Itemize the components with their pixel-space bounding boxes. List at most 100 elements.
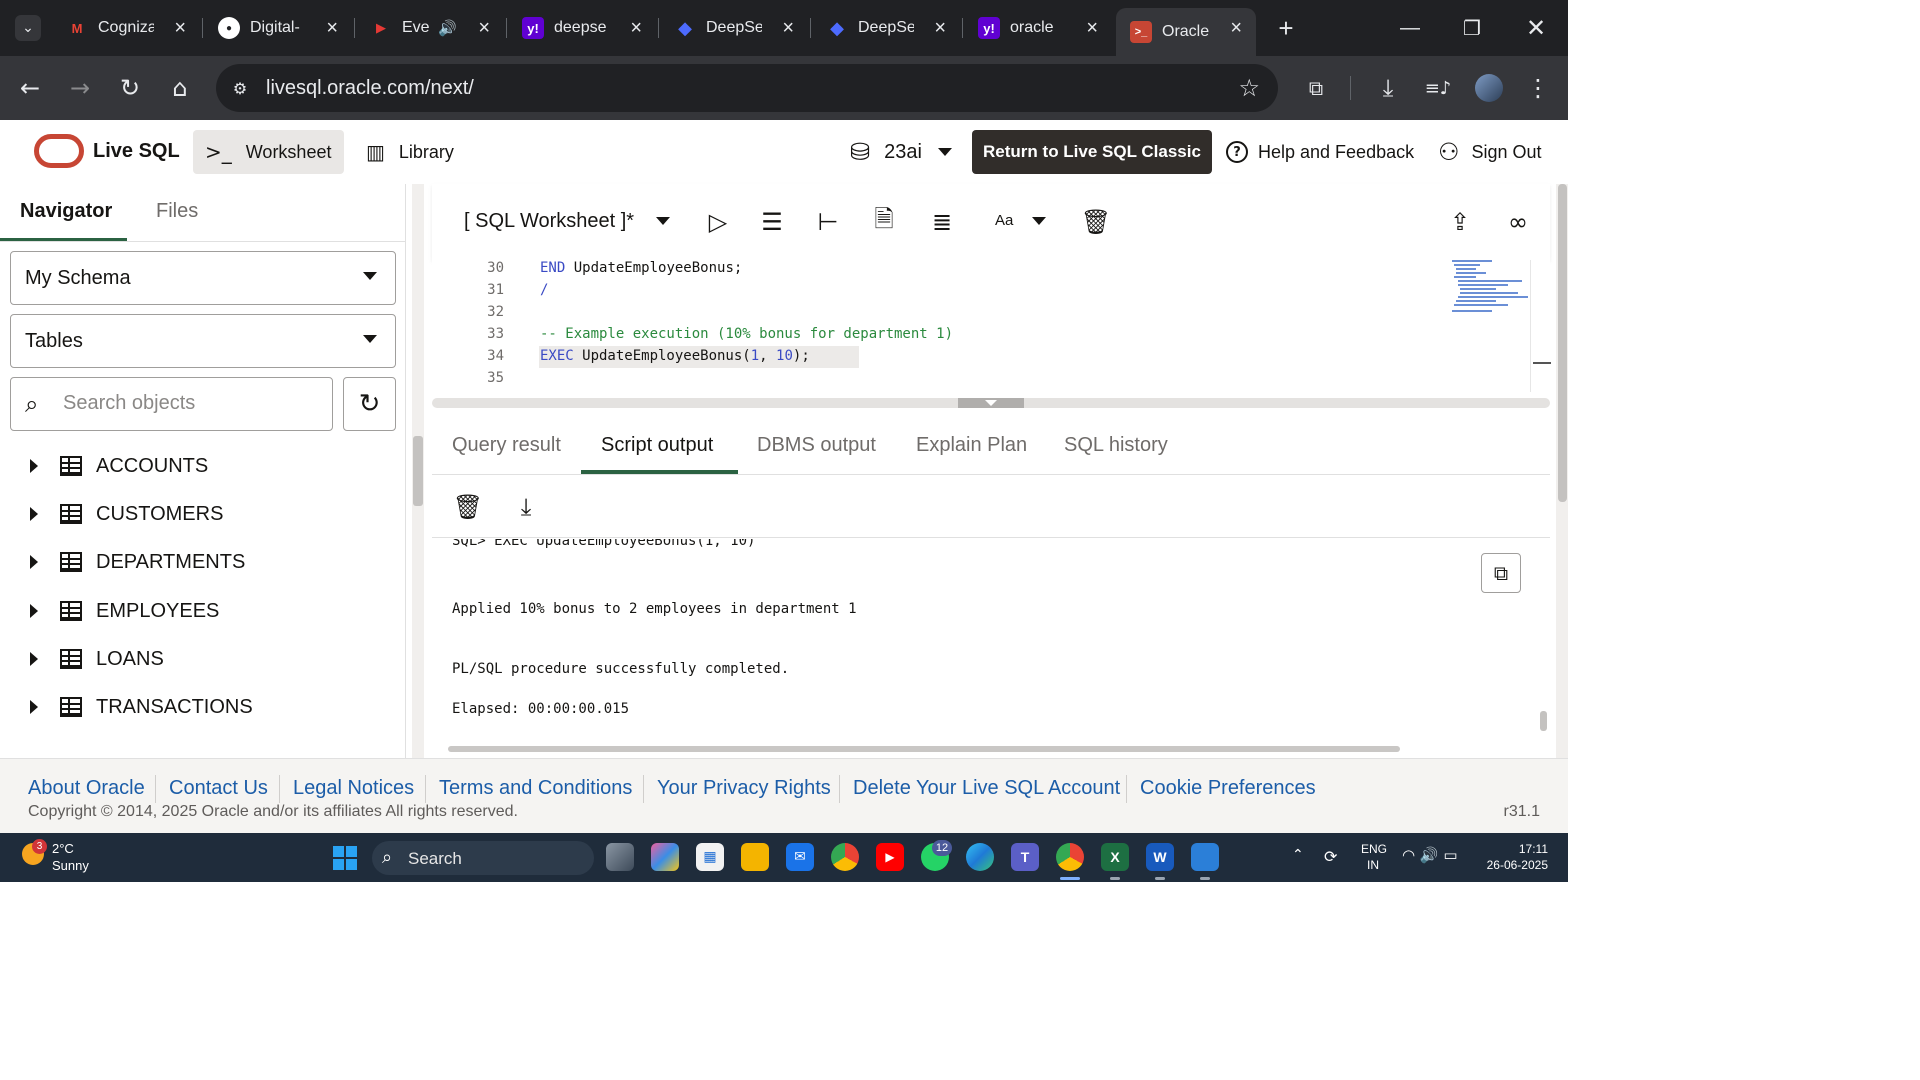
- search-objects-field[interactable]: ⌕: [10, 377, 333, 431]
- clear-editor-button[interactable]: 🗑: [1080, 206, 1112, 238]
- close-icon[interactable]: ×: [630, 17, 642, 40]
- browser-tab[interactable]: ◆ DeepSe ×: [812, 8, 960, 48]
- clear-output-button[interactable]: 🗑: [452, 491, 484, 523]
- expand-arrow-icon[interactable]: [30, 555, 38, 569]
- expand-arrow-icon[interactable]: [30, 652, 38, 666]
- language-indicator[interactable]: ENG: [1361, 842, 1387, 856]
- tab-explain-plan[interactable]: Explain Plan: [916, 434, 1027, 457]
- caret-down-icon[interactable]: [656, 217, 670, 225]
- share-button[interactable]: ⇪: [1444, 206, 1476, 238]
- tab-query-result[interactable]: Query result: [452, 434, 561, 457]
- sync-icon[interactable]: ⟳: [1324, 847, 1337, 866]
- input-region-indicator[interactable]: IN: [1367, 858, 1379, 872]
- chrome-icon[interactable]: [831, 843, 859, 871]
- tab-navigator[interactable]: Navigator: [20, 200, 112, 223]
- database-version-selector[interactable]: ⛁ 23ai: [838, 130, 958, 174]
- copy-output-button[interactable]: ⧉: [1481, 553, 1521, 593]
- schema-select[interactable]: My Schema: [10, 251, 396, 305]
- expand-arrow-icon[interactable]: [30, 459, 38, 473]
- close-icon[interactable]: ×: [326, 17, 338, 40]
- browser-tab[interactable]: ▶ Eve 🔊 ×: [356, 8, 504, 48]
- editor-scrollbar[interactable]: [1530, 260, 1551, 392]
- output-horizontal-scrollbar[interactable]: [432, 743, 1538, 755]
- splitter-handle[interactable]: [413, 436, 423, 506]
- save-button[interactable]: 🗎: [868, 205, 900, 238]
- collapse-handle[interactable]: [958, 398, 1024, 408]
- library-button[interactable]: ▥ Library: [354, 130, 466, 174]
- forward-button[interactable]: →: [62, 70, 98, 106]
- expand-arrow-icon[interactable]: [30, 507, 38, 521]
- microsoft-store-icon[interactable]: ▦: [696, 843, 724, 871]
- table-tree-item[interactable]: TRANSACTIONS: [0, 687, 400, 727]
- footer-link-cookies[interactable]: Cookie Preferences: [1140, 777, 1316, 800]
- footer-link-privacy[interactable]: Your Privacy Rights: [657, 777, 831, 800]
- close-icon[interactable]: ×: [782, 17, 794, 40]
- sql-editor[interactable]: 30 END UpdateEmployeeBonus; 31 / 32 33 -…: [432, 260, 1551, 392]
- teams-icon[interactable]: T: [1011, 843, 1039, 871]
- edge-icon[interactable]: [966, 843, 994, 871]
- worksheet-title[interactable]: [ SQL Worksheet ]*: [464, 210, 634, 233]
- tab-search-button[interactable]: ⌄: [0, 0, 56, 56]
- refresh-button[interactable]: ↻: [343, 377, 396, 431]
- clock-date[interactable]: 26-06-2025: [1487, 858, 1548, 872]
- url-text[interactable]: livesql.oracle.com/next/: [266, 77, 474, 100]
- oracle-logo[interactable]: [34, 134, 84, 168]
- excel-icon[interactable]: X: [1101, 843, 1129, 871]
- find-button[interactable]: ∞: [1502, 206, 1534, 238]
- taskbar-search[interactable]: ⌕ Search: [372, 841, 594, 875]
- browser-tab[interactable]: y! deepse ×: [508, 8, 656, 48]
- panel-splitter[interactable]: [412, 184, 424, 758]
- app-title[interactable]: Live SQL: [93, 140, 180, 163]
- youtube-icon[interactable]: ▶: [876, 843, 904, 871]
- format-button[interactable]: ≣: [926, 206, 958, 238]
- downloads-button[interactable]: ⤓: [1370, 70, 1406, 106]
- browser-tab[interactable]: M Cogniza ×: [52, 8, 200, 48]
- table-tree-item[interactable]: ACCOUNTS: [0, 446, 400, 486]
- back-button[interactable]: ←: [12, 70, 48, 106]
- table-tree-item[interactable]: CUSTOMERS: [0, 494, 400, 534]
- sign-out-button[interactable]: ⚇ Sign Out: [1426, 130, 1554, 174]
- windows-start-icon[interactable]: [333, 846, 357, 870]
- expand-arrow-icon[interactable]: [30, 604, 38, 618]
- chrome-icon[interactable]: [1056, 843, 1084, 871]
- weather-condition[interactable]: Sunny: [52, 858, 89, 873]
- file-explorer-icon[interactable]: [741, 843, 769, 871]
- reload-button[interactable]: ↻: [112, 70, 148, 106]
- footer-link-contact[interactable]: Contact Us: [169, 777, 268, 800]
- notepad-icon[interactable]: [1191, 843, 1219, 871]
- run-script-button[interactable]: ☰: [756, 206, 788, 238]
- copilot-icon[interactable]: [651, 843, 679, 871]
- close-icon[interactable]: ×: [1230, 17, 1242, 40]
- tab-files[interactable]: Files: [156, 200, 198, 223]
- site-info-icon[interactable]: ⚙: [228, 76, 252, 100]
- minimize-button[interactable]: —: [1380, 0, 1440, 56]
- footer-link-legal[interactable]: Legal Notices: [293, 777, 414, 800]
- browser-tab[interactable]: ◆ DeepSe ×: [660, 8, 808, 48]
- bookmark-star-icon[interactable]: ☆: [1238, 74, 1260, 102]
- task-view-icon[interactable]: [606, 843, 634, 871]
- browser-tab-active[interactable]: >_ Oracle ×: [1116, 8, 1256, 56]
- clock-time[interactable]: 17:11: [1519, 842, 1548, 856]
- caret-down-icon[interactable]: [1032, 217, 1046, 225]
- chrome-menu-button[interactable]: ⋮: [1520, 70, 1556, 106]
- search-objects-input[interactable]: [63, 392, 323, 415]
- help-feedback-button[interactable]: ? Help and Feedback: [1214, 130, 1426, 174]
- extensions-button[interactable]: ⧉: [1298, 70, 1334, 106]
- home-button[interactable]: ⌂: [162, 70, 198, 106]
- mail-icon[interactable]: ✉: [786, 843, 814, 871]
- tab-sql-history[interactable]: SQL history: [1064, 434, 1168, 457]
- close-icon[interactable]: ×: [934, 17, 946, 40]
- table-tree-item[interactable]: EMPLOYEES: [0, 591, 400, 631]
- new-tab-button[interactable]: +: [1256, 0, 1316, 56]
- footer-link-terms[interactable]: Terms and Conditions: [439, 777, 632, 800]
- media-control-button[interactable]: ≡♪: [1420, 70, 1456, 106]
- download-output-button[interactable]: ⤓: [510, 491, 542, 523]
- close-window-button[interactable]: ✕: [1506, 0, 1566, 56]
- expand-arrow-icon[interactable]: [30, 700, 38, 714]
- explain-plan-button[interactable]: ⊢: [812, 206, 844, 238]
- tab-dbms-output[interactable]: DBMS output: [757, 434, 876, 457]
- editor-output-splitter[interactable]: [432, 398, 1550, 408]
- close-icon[interactable]: ×: [174, 17, 186, 40]
- word-icon[interactable]: W: [1146, 843, 1174, 871]
- table-tree-item[interactable]: DEPARTMENTS: [0, 542, 400, 582]
